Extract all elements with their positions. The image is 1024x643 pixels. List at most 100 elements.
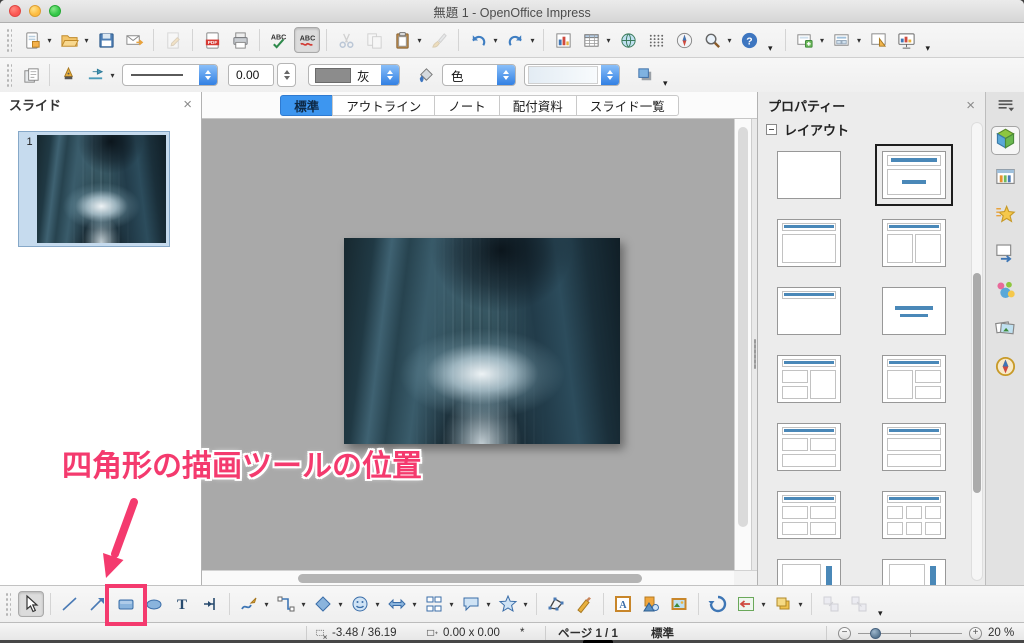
toolbar-overflow-button[interactable]: ▾ bbox=[768, 43, 773, 54]
layout-title-2rows[interactable] bbox=[882, 423, 946, 471]
line-tool[interactable] bbox=[57, 591, 83, 617]
layout-title-only[interactable] bbox=[777, 287, 841, 335]
toolbar-overflow-button[interactable]: ▾ bbox=[663, 78, 668, 89]
select-tool[interactable] bbox=[18, 591, 44, 617]
sidebar-tab-gallery[interactable] bbox=[991, 316, 1020, 345]
styles-button[interactable] bbox=[18, 62, 44, 88]
shadow-button[interactable] bbox=[632, 62, 658, 88]
layout-title-box[interactable] bbox=[777, 219, 841, 267]
zoom-window-button[interactable] bbox=[49, 5, 61, 17]
navigator[interactable] bbox=[671, 27, 697, 53]
slide-picture-object[interactable] bbox=[344, 238, 620, 444]
line-color-stepper[interactable] bbox=[381, 64, 399, 86]
text-tool[interactable]: T bbox=[169, 591, 195, 617]
slide-design[interactable] bbox=[866, 27, 892, 53]
area-dialog-button[interactable] bbox=[412, 62, 438, 88]
line-width-input[interactable]: 0.00 bbox=[228, 64, 274, 86]
symbol-shapes[interactable] bbox=[347, 591, 373, 617]
zoom-slider[interactable] bbox=[858, 633, 962, 634]
insert-chart[interactable] bbox=[550, 27, 576, 53]
toolbar-drag-handle[interactable] bbox=[5, 592, 11, 616]
auto-spellcheck[interactable]: ABC bbox=[294, 27, 320, 53]
print[interactable] bbox=[227, 27, 253, 53]
line-dialog-button[interactable] bbox=[55, 62, 81, 88]
arrange-dropdown-arrow[interactable]: ▾ bbox=[796, 600, 805, 609]
help[interactable]: ? bbox=[736, 27, 762, 53]
email-document[interactable] bbox=[121, 27, 147, 53]
toolbar-overflow-button[interactable]: ▾ bbox=[878, 608, 883, 619]
view-tab-3[interactable]: ノート bbox=[434, 95, 500, 116]
callout-shapes[interactable] bbox=[458, 591, 484, 617]
symbol-shapes-dropdown-arrow[interactable]: ▾ bbox=[373, 600, 382, 609]
view-tab-4[interactable]: 配付資料 bbox=[499, 95, 577, 116]
slide-thumbnail-1[interactable]: 1 bbox=[18, 131, 170, 247]
layout-title-2top-1bottom[interactable] bbox=[777, 423, 841, 471]
sidebar-tab-sidebar-menu[interactable] bbox=[991, 99, 1020, 117]
insert-table[interactable] bbox=[578, 27, 604, 53]
properties-scrollbar-thumb[interactable] bbox=[973, 273, 981, 493]
sidebar-tab-slide-transition[interactable] bbox=[991, 240, 1020, 269]
sidebar-tab-custom-animation[interactable] bbox=[991, 202, 1020, 231]
sidebar-tab-navigator[interactable] bbox=[991, 354, 1020, 383]
edit-points[interactable] bbox=[543, 591, 569, 617]
layout-blank[interactable] bbox=[777, 151, 841, 199]
line-color-select[interactable]: 灰 bbox=[308, 64, 400, 86]
basic-shapes[interactable] bbox=[310, 591, 336, 617]
view-tab-2[interactable]: アウトライン bbox=[332, 95, 435, 116]
spelling[interactable]: ABC bbox=[266, 27, 292, 53]
slide-show[interactable] bbox=[894, 27, 920, 53]
new-document-dropdown-arrow[interactable]: ▾ bbox=[45, 36, 54, 45]
slide-layout[interactable] bbox=[829, 27, 855, 53]
layout-title-4box[interactable] bbox=[777, 491, 841, 539]
layout-title-6box[interactable] bbox=[882, 491, 946, 539]
toolbar-drag-handle[interactable] bbox=[6, 28, 12, 52]
open-document[interactable] bbox=[56, 27, 82, 53]
collapse-section-icon[interactable] bbox=[766, 124, 777, 135]
gallery[interactable] bbox=[666, 591, 692, 617]
new-slide[interactable] bbox=[792, 27, 818, 53]
sidebar-tab-animation-effects[interactable] bbox=[991, 278, 1020, 307]
arrange[interactable] bbox=[770, 591, 796, 617]
vertical-text-tool[interactable] bbox=[197, 591, 223, 617]
arrow-style-button[interactable] bbox=[82, 62, 108, 88]
star-shapes[interactable] bbox=[495, 591, 521, 617]
zoom-slider-thumb[interactable] bbox=[870, 628, 881, 639]
block-arrows[interactable] bbox=[384, 591, 410, 617]
zoom-out-button[interactable]: − bbox=[838, 627, 851, 640]
zoom-dropdown-arrow[interactable]: ▾ bbox=[725, 36, 734, 45]
sidebar-tab-master-pages[interactable] bbox=[991, 164, 1020, 193]
layout-title-content[interactable] bbox=[882, 151, 946, 199]
fill-type-stepper[interactable] bbox=[497, 64, 515, 86]
layout-centered-text[interactable] bbox=[882, 287, 946, 335]
fill-color-select[interactable] bbox=[524, 64, 620, 86]
flowchart-shapes-dropdown-arrow[interactable]: ▾ bbox=[447, 600, 456, 609]
line-style-select[interactable] bbox=[122, 64, 218, 86]
zoom[interactable] bbox=[699, 27, 725, 53]
fill-type-select[interactable]: 色 bbox=[442, 64, 516, 86]
connector-tool[interactable] bbox=[273, 591, 299, 617]
paste-dropdown-arrow[interactable]: ▾ bbox=[415, 36, 424, 45]
undo-dropdown-arrow[interactable]: ▾ bbox=[491, 36, 500, 45]
properties-scrollbar[interactable] bbox=[971, 122, 983, 581]
slides-panel-close-icon[interactable]: × bbox=[183, 97, 192, 112]
toolbar-drag-handle[interactable] bbox=[6, 63, 12, 87]
callout-shapes-dropdown-arrow[interactable]: ▾ bbox=[484, 600, 493, 609]
glue-points[interactable] bbox=[571, 591, 597, 617]
rectangle-tool[interactable] bbox=[113, 591, 139, 617]
connector-tool-dropdown-arrow[interactable]: ▾ bbox=[299, 600, 308, 609]
fill-color-stepper[interactable] bbox=[601, 64, 619, 86]
display-grid[interactable] bbox=[643, 27, 669, 53]
curve-tool[interactable] bbox=[236, 591, 262, 617]
basic-shapes-dropdown-arrow[interactable]: ▾ bbox=[336, 600, 345, 609]
sidebar-tab-properties[interactable] bbox=[991, 126, 1020, 155]
curve-tool-dropdown-arrow[interactable]: ▾ bbox=[262, 600, 271, 609]
paste[interactable] bbox=[389, 27, 415, 53]
close-window-button[interactable] bbox=[9, 5, 21, 17]
view-tab-5[interactable]: スライド一覧 bbox=[576, 95, 679, 116]
zoom-in-button[interactable]: + bbox=[969, 627, 982, 640]
insert-table-dropdown-arrow[interactable]: ▾ bbox=[604, 36, 613, 45]
layout-content-vtitle-2[interactable] bbox=[882, 559, 946, 585]
block-arrows-dropdown-arrow[interactable]: ▾ bbox=[410, 600, 419, 609]
slide-workspace[interactable] bbox=[202, 119, 734, 570]
horizontal-scrollbar-thumb[interactable] bbox=[298, 574, 642, 583]
